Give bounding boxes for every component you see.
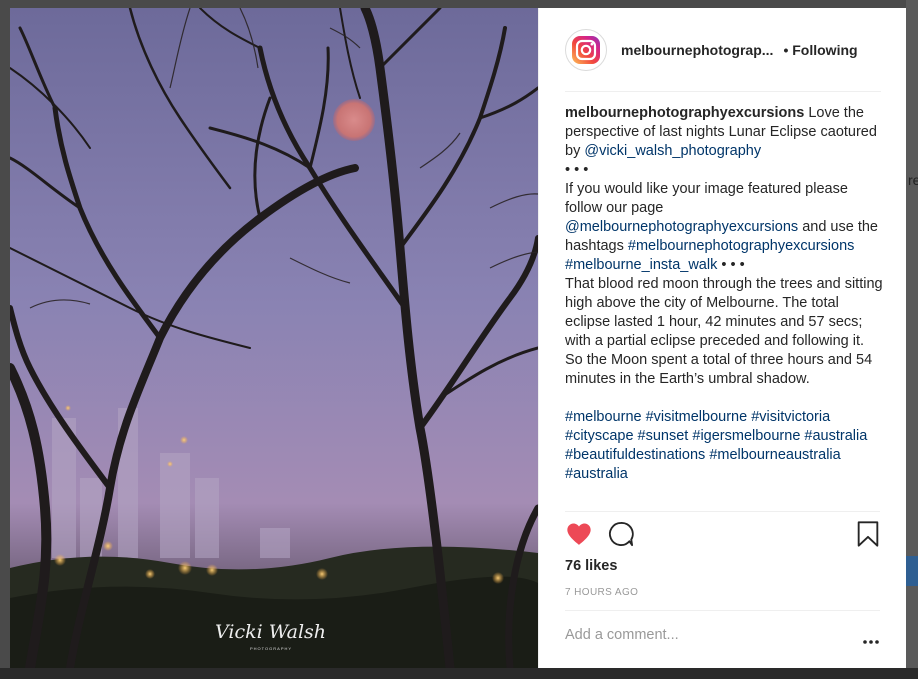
post-sidebar: melbournephotograp... • Following melbou… [538, 8, 906, 668]
post-header: melbournephotograp... • Following [539, 8, 907, 92]
hashtag-link[interactable]: #visitvictoria [751, 409, 830, 425]
hashtag-link[interactable]: #melbournephotographyexcursions [628, 238, 855, 254]
hashtag-link[interactable]: #beautifuldestinations [565, 447, 705, 463]
bookmark-icon[interactable] [855, 520, 881, 553]
blood-moon [333, 99, 375, 141]
caption-paragraph-2: If you would like your image featured pl… [565, 180, 885, 275]
instagram-logo-icon [572, 36, 600, 64]
hashtag-link[interactable]: #cityscape [565, 428, 634, 444]
ellipsis-icon[interactable] [862, 632, 880, 650]
caption-hashtags: #melbourne #visitmelbourne #visitvictori… [565, 408, 885, 484]
header-username[interactable]: melbournephotograp... [621, 42, 773, 58]
action-bar [563, 520, 883, 560]
hashtag-link[interactable]: #australia [804, 428, 867, 444]
mention-link[interactable]: @melbournephotographyexcursions [565, 219, 798, 235]
background-bottom-strip [0, 668, 918, 679]
avatar[interactable] [565, 29, 607, 71]
comment-divider [565, 610, 880, 611]
photo-watermark-subtitle: PHOTOGRAPHY [250, 646, 293, 651]
post-modal: Vicki Walsh PHOTOGRAPHY melbournephotogr… [10, 8, 906, 668]
hashtag-link[interactable]: #melbourneaustralia [709, 447, 840, 463]
background-blue-block [906, 556, 918, 586]
background-text-fragment: re [908, 172, 918, 188]
hashtag-link[interactable]: #melbourne [565, 409, 642, 425]
caption-text-2: If you would like your image featured pl… [565, 181, 848, 216]
hashtag-link[interactable]: #melbourne_insta_walk [565, 257, 717, 273]
hashtag-link[interactable]: #igersmelbourne [692, 428, 800, 444]
comment-input[interactable]: Add a comment... [565, 627, 679, 643]
like-count[interactable]: 76 likes [565, 558, 617, 574]
actions-divider [565, 511, 880, 512]
header-divider [565, 91, 881, 92]
lunar-eclipse-photo [10, 8, 538, 668]
photo-watermark: Vicki Walsh [215, 621, 327, 643]
caption-username[interactable]: melbournephotographyexcursions [565, 105, 804, 121]
post-timestamp[interactable]: 7 HOURS AGO [565, 587, 638, 598]
heart-filled-icon[interactable] [565, 520, 593, 553]
post-photo[interactable]: Vicki Walsh PHOTOGRAPHY [10, 8, 538, 668]
speech-bubble-icon[interactable] [607, 520, 635, 553]
caption-paragraph-1: melbournephotographyexcursions Love the … [565, 104, 885, 161]
caption-dots-1: • • • [565, 162, 589, 178]
caption-paragraph-3: That blood red moon through the trees an… [565, 276, 883, 387]
following-button[interactable]: • Following [783, 42, 857, 58]
hashtag-link[interactable]: #visitmelbourne [646, 409, 748, 425]
caption-area: melbournephotographyexcursions Love the … [565, 104, 885, 512]
caption-dots-2: • • • [717, 257, 745, 273]
mention-link[interactable]: @vicki_walsh_photography [584, 143, 761, 159]
hashtag-link[interactable]: #sunset [638, 428, 689, 444]
hashtag-link[interactable]: #australia [565, 466, 628, 482]
